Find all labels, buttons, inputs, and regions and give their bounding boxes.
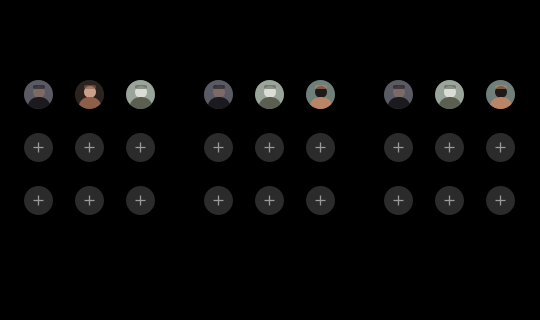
plus-icon (444, 142, 455, 153)
add-participant-button[interactable] (24, 186, 53, 215)
photo-avatar-mirror-selfie[interactable] (384, 80, 413, 109)
add-participant-button[interactable] (24, 133, 53, 162)
add-participant-button[interactable] (486, 133, 515, 162)
plus-icon (495, 142, 506, 153)
add-participant-button[interactable] (306, 186, 335, 215)
plus-icon (393, 195, 404, 206)
add-participant-button[interactable] (204, 133, 233, 162)
plus-icon (33, 195, 44, 206)
photo-avatar-outdoor[interactable] (126, 80, 155, 109)
add-participant-button[interactable] (126, 133, 155, 162)
plus-icon (393, 142, 404, 153)
plus-icon (495, 195, 506, 206)
photo-avatar-outdoor[interactable] (255, 80, 284, 109)
photo-avatar-mirror-selfie[interactable] (204, 80, 233, 109)
photo-avatar-man-beard[interactable] (306, 80, 335, 109)
plus-icon (213, 195, 224, 206)
plus-icon (84, 142, 95, 153)
add-participant-button[interactable] (255, 133, 284, 162)
add-participant-button[interactable] (384, 133, 413, 162)
plus-icon (135, 142, 146, 153)
photo-avatar-woman-dark[interactable] (75, 80, 104, 109)
plus-icon (264, 195, 275, 206)
avatar-group-2 (204, 80, 344, 220)
add-participant-button[interactable] (435, 133, 464, 162)
add-participant-button[interactable] (75, 186, 104, 215)
plus-icon (264, 142, 275, 153)
add-participant-button[interactable] (486, 186, 515, 215)
add-participant-button[interactable] (435, 186, 464, 215)
add-participant-button[interactable] (306, 133, 335, 162)
plus-icon (315, 195, 326, 206)
plus-icon (84, 195, 95, 206)
add-participant-button[interactable] (126, 186, 155, 215)
add-participant-button[interactable] (255, 186, 284, 215)
plus-icon (213, 142, 224, 153)
plus-icon (444, 195, 455, 206)
photo-avatar-man-beard[interactable] (486, 80, 515, 109)
plus-icon (33, 142, 44, 153)
photo-avatar-mirror-selfie[interactable] (24, 80, 53, 109)
add-participant-button[interactable] (204, 186, 233, 215)
avatar-group-3 (384, 80, 524, 220)
avatar-group-1 (24, 80, 164, 220)
avatar-grid-screen (0, 0, 540, 320)
plus-icon (135, 195, 146, 206)
plus-icon (315, 142, 326, 153)
add-participant-button[interactable] (75, 133, 104, 162)
photo-avatar-outdoor[interactable] (435, 80, 464, 109)
add-participant-button[interactable] (384, 186, 413, 215)
